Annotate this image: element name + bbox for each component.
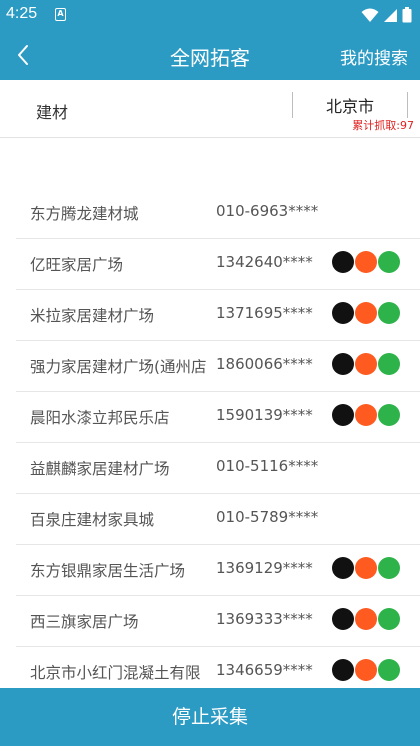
wechat-icon[interactable] <box>378 659 400 681</box>
status-right <box>361 7 412 23</box>
tiktok-icon[interactable] <box>332 302 354 324</box>
kuaishou-icon[interactable] <box>355 251 377 273</box>
store-phone: 010-5116**** <box>216 457 319 475</box>
wifi-icon <box>361 8 379 22</box>
list-item[interactable]: 亿旺家居广场 1342640**** <box>16 239 420 290</box>
store-name: 西三旗家居广场 <box>30 613 139 631</box>
kuaishou-icon[interactable] <box>355 608 377 630</box>
social-icons <box>332 404 400 426</box>
store-name: 米拉家居建材广场 <box>30 307 155 325</box>
wechat-icon[interactable] <box>378 557 400 579</box>
divider <box>407 92 408 118</box>
social-icons <box>332 608 400 630</box>
list-item[interactable]: 西三旗家居广场 1369333**** <box>16 596 420 647</box>
app-notification-icon: A <box>55 8 66 21</box>
store-phone: 1371695**** <box>216 304 313 322</box>
kuaishou-icon[interactable] <box>355 353 377 375</box>
collected-count: 累计抓取:97 <box>352 119 414 132</box>
store-name: 东方腾龙建材城 <box>30 205 139 223</box>
store-name: 晨阳水漆立邦民乐店 <box>30 409 170 427</box>
kuaishou-icon[interactable] <box>355 404 377 426</box>
tiktok-icon[interactable] <box>332 251 354 273</box>
store-name: 东方银鼎家居生活广场 <box>30 562 186 580</box>
kuaishou-icon[interactable] <box>355 302 377 324</box>
store-phone: 010-6963**** <box>216 202 319 220</box>
tiktok-icon[interactable] <box>332 659 354 681</box>
battery-icon <box>402 7 412 23</box>
store-name: 强力家居建材广场(通州店 <box>30 358 206 376</box>
tiktok-icon[interactable] <box>332 557 354 579</box>
store-phone: 1342640**** <box>216 253 313 271</box>
social-icons <box>332 659 400 681</box>
search-bar: 建材 北京市 累计抓取:97 <box>0 80 420 138</box>
list-item[interactable]: 晨阳水漆立邦民乐店 1590139**** <box>16 392 420 443</box>
store-name: 百泉庄建材家具城 <box>30 511 155 529</box>
store-name: 北京市小红门混凝土有限 <box>30 664 201 682</box>
app-header: 全网拓客 我的搜索 <box>0 30 420 80</box>
social-icons <box>332 353 400 375</box>
list-item[interactable]: 米拉家居建材广场 1371695**** <box>16 290 420 341</box>
store-phone: 1590139**** <box>216 406 313 424</box>
store-phone: 1860066**** <box>216 355 313 373</box>
list-item[interactable]: 东方银鼎家居生活广场 1369129**** <box>16 545 420 596</box>
wechat-icon[interactable] <box>378 608 400 630</box>
tiktok-icon[interactable] <box>332 608 354 630</box>
tiktok-icon[interactable] <box>332 353 354 375</box>
status-time: 4:25 <box>6 5 38 22</box>
stop-collect-button[interactable]: 停止采集 <box>0 688 420 746</box>
list-item[interactable]: 东方腾龙建材城 010-6963**** <box>16 188 420 239</box>
result-list: 东方腾龙建材城 010-6963**** 亿旺家居广场 1342640**** 米拉家居… <box>0 188 420 698</box>
social-icons <box>332 251 400 273</box>
kuaishou-icon[interactable] <box>355 557 377 579</box>
wechat-icon[interactable] <box>378 404 400 426</box>
store-phone: 1346659**** <box>216 661 313 679</box>
store-name: 益麒麟家居建材广场 <box>30 460 170 478</box>
social-icons <box>332 557 400 579</box>
store-phone: 1369333**** <box>216 610 313 628</box>
status-bar: 4:25 A <box>0 0 420 30</box>
list-item[interactable]: 强力家居建材广场(通州店 1860066**** <box>16 341 420 392</box>
store-name: 亿旺家居广场 <box>30 256 124 274</box>
wechat-icon[interactable] <box>378 302 400 324</box>
tiktok-icon[interactable] <box>332 404 354 426</box>
store-phone: 010-5789**** <box>216 508 319 526</box>
list-item[interactable]: 益麒麟家居建材广场 010-5116**** <box>16 443 420 494</box>
signal-icon <box>384 8 397 22</box>
keyword-field[interactable]: 建材 <box>36 99 68 123</box>
wechat-icon[interactable] <box>378 251 400 273</box>
my-search-button[interactable]: 我的搜索 <box>340 44 408 69</box>
kuaishou-icon[interactable] <box>355 659 377 681</box>
list-item[interactable]: 百泉庄建材家具城 010-5789**** <box>16 494 420 545</box>
city-selector[interactable]: 北京市 <box>293 93 407 117</box>
store-phone: 1369129**** <box>216 559 313 577</box>
wechat-icon[interactable] <box>378 353 400 375</box>
social-icons <box>332 302 400 324</box>
